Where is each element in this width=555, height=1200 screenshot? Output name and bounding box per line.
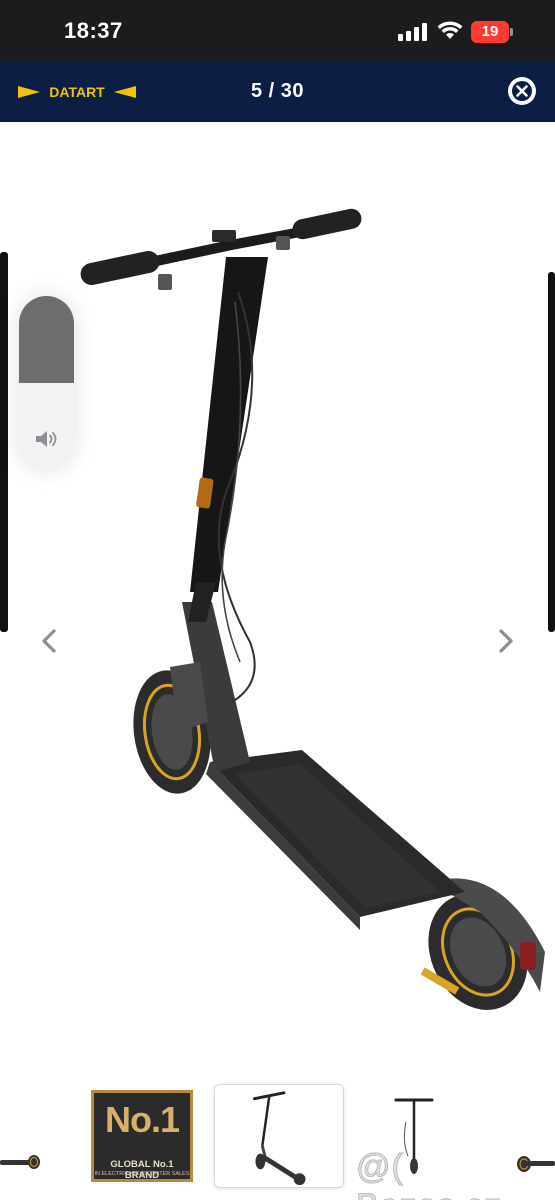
speaker-icon: [36, 431, 57, 447]
badge-line2: IN ELECTRIC KICKSCOOTER SALES: [94, 1171, 190, 1177]
status-time: 18:37: [64, 18, 123, 43]
scooter-image: [0, 208, 555, 1010]
volume-hud: [19, 296, 74, 470]
chevron-left-icon[interactable]: [35, 626, 65, 656]
signal-bars-icon: [398, 23, 428, 41]
thumbnail-brand-badge[interactable]: No.1 GLOBAL No.1 BRAND IN ELECTRIC KICKS…: [91, 1090, 193, 1182]
close-icon[interactable]: [508, 77, 536, 105]
thumbnail-active[interactable]: [214, 1084, 344, 1188]
wifi-icon: [437, 21, 463, 39]
image-counter: 5 / 30: [250, 80, 305, 102]
badge-line1: GLOBAL No.1 BRAND: [110, 1159, 174, 1181]
chevron-right-icon[interactable]: [490, 626, 520, 656]
battery-level: 19: [471, 21, 509, 43]
badge-headline: No.1: [104, 1099, 180, 1140]
thumbnail-4[interactable]: [0, 1142, 44, 1182]
screen: 18:37 19 DATART 5 / 30 No.1 GLOBAL No.1 …: [0, 0, 555, 1200]
thumbnail-scooter-image: [253, 1091, 306, 1186]
bazos-watermark: @( Bazos.cz: [356, 1148, 502, 1200]
battery-icon: 19: [471, 21, 513, 43]
status-bar: 18:37 19: [0, 0, 555, 62]
gallery-header: DATART 5 / 30: [0, 62, 555, 122]
main-image[interactable]: [0, 122, 555, 1072]
volume-level: [19, 296, 74, 383]
